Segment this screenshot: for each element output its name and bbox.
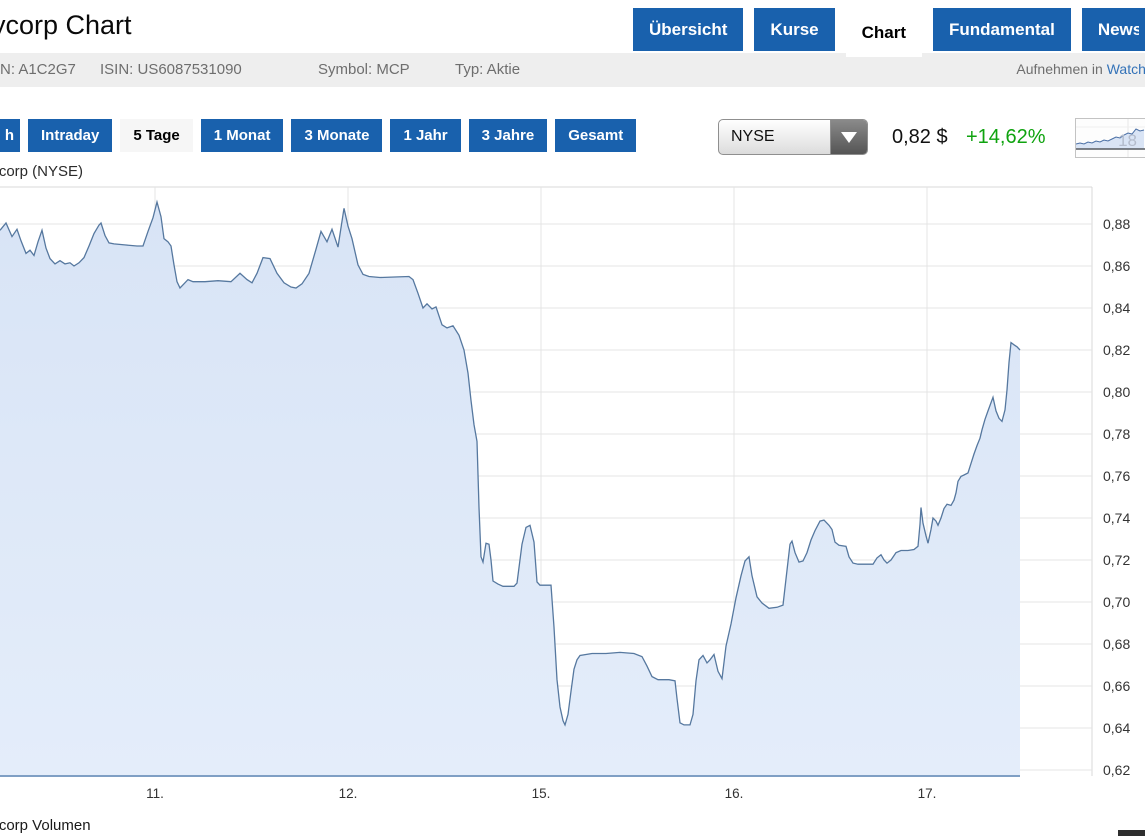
y-tick-0,70: 0,70 bbox=[1103, 594, 1130, 610]
y-tick-0,82: 0,82 bbox=[1103, 342, 1130, 358]
page: lycorp Chart ÜbersichtKurseChartFundamen… bbox=[0, 0, 1145, 836]
x-tick-16: 16. bbox=[725, 786, 744, 801]
y-tick-0,64: 0,64 bbox=[1103, 720, 1130, 736]
tab-chart[interactable]: Chart bbox=[846, 8, 922, 57]
y-tick-0,84: 0,84 bbox=[1103, 300, 1130, 316]
y-tick-0,78: 0,78 bbox=[1103, 426, 1130, 442]
volume-section-title: lycorp Volumen bbox=[0, 817, 91, 834]
y-tick-0,80: 0,80 bbox=[1103, 384, 1130, 400]
volume-chart-artifact bbox=[1118, 830, 1145, 836]
y-tick-0,88: 0,88 bbox=[1103, 216, 1130, 232]
y-tick-0,66: 0,66 bbox=[1103, 678, 1130, 694]
price-area-fill bbox=[0, 202, 1020, 776]
x-tick-15: 15. bbox=[532, 786, 551, 801]
y-tick-0,74: 0,74 bbox=[1103, 510, 1130, 526]
x-tick-12: 12. bbox=[339, 786, 358, 801]
y-tick-0,62: 0,62 bbox=[1103, 762, 1130, 778]
price-chart-canvas[interactable] bbox=[0, 0, 1145, 836]
y-tick-0,72: 0,72 bbox=[1103, 552, 1130, 568]
y-tick-0,68: 0,68 bbox=[1103, 636, 1130, 652]
y-tick-0,86: 0,86 bbox=[1103, 258, 1130, 274]
y-tick-0,76: 0,76 bbox=[1103, 468, 1130, 484]
x-tick-17: 17. bbox=[918, 786, 937, 801]
x-tick-11: 11. bbox=[146, 786, 164, 801]
